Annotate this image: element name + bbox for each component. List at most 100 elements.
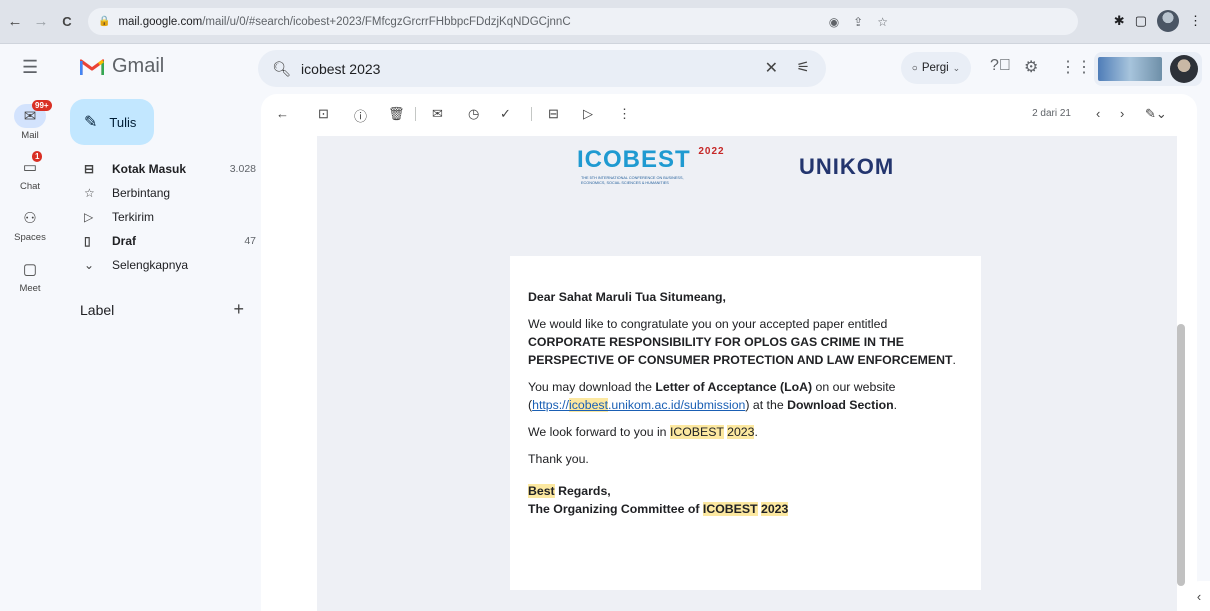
url-host: mail.google.com [118, 15, 203, 28]
settings-icon[interactable]: ⚙ [1024, 57, 1038, 77]
eye-icon[interactable]: ◉ [829, 15, 839, 29]
help-icon[interactable]: ?⃝ [990, 57, 1011, 75]
report-spam-icon[interactable]: ⓘ [354, 106, 367, 125]
sidebar-item-more[interactable]: ⌄ Selengkapnya [60, 253, 256, 277]
gmail-header: ☰ Gmail 🔍︎ icobest 2023 ✕ ⚟ ○ Pergi ⌄ ?⃝… [0, 44, 1210, 94]
address-bar[interactable]: 🔒 mail.google.com/mail/u/0/#search/icobe… [88, 8, 1078, 35]
back-icon[interactable]: ← [4, 11, 26, 33]
gmail-logo[interactable]: Gmail [80, 55, 164, 78]
text: . [754, 425, 758, 439]
text: . [893, 398, 898, 412]
add-label-icon[interactable]: + [233, 299, 244, 320]
search-icon[interactable]: 🔍︎ [272, 60, 291, 78]
browser-toolbar: ← → C 🔒 mail.google.com/mail/u/0/#search… [0, 0, 1210, 44]
pencil-icon: ✎ [84, 114, 98, 131]
add-task-icon[interactable]: ✓ [500, 106, 511, 122]
text: We look forward to you in [528, 425, 670, 439]
back-to-list-icon[interactable]: ← [276, 106, 289, 121]
snooze-icon[interactable]: ◷ [468, 106, 479, 122]
share-icon[interactable]: ⇪ [853, 15, 863, 29]
folder-label: Draf [112, 234, 137, 248]
account-switcher[interactable] [1094, 52, 1202, 86]
rail-item-mail[interactable]: ✉ 99+ Mail [0, 100, 60, 141]
star-icon[interactable]: ☆ [877, 15, 888, 29]
meet-icon: ▢ [22, 261, 38, 278]
compose-button[interactable]: ✎ Tulis [70, 99, 154, 145]
delete-icon[interactable]: 🗑︎ [388, 106, 405, 122]
sidebar-item-drafts[interactable]: ▯ Draf 47 [60, 229, 256, 253]
send-icon: ▷ [84, 210, 94, 224]
folder-list: ⊟ Kotak Masuk 3.028 ☆ Berbintang ▷ Terki… [60, 157, 256, 277]
highlight: ICOBEST [702, 502, 758, 516]
inbox-icon: ⊟ [84, 162, 95, 176]
rail-item-meet[interactable]: ▢ Meet [0, 257, 60, 294]
sidebar-item-inbox[interactable]: ⊟ Kotak Masuk 3.028 [60, 157, 256, 181]
mail-badge: 99+ [32, 100, 52, 111]
icobest-logo-year: 2022 [698, 146, 725, 157]
toolbar-divider [531, 107, 532, 121]
status-label: Pergi [921, 62, 949, 74]
rail-item-chat[interactable]: ▭ 1 Chat [0, 151, 60, 192]
icobest-logo-text: ICOBEST [577, 146, 691, 173]
highlight: ICOBEST [669, 425, 724, 439]
sidebar-item-starred[interactable]: ☆ Berbintang [60, 181, 256, 205]
label-icon[interactable]: ▷ [583, 106, 593, 122]
text: ) at the [745, 398, 788, 412]
next-icon[interactable]: › [1120, 106, 1124, 121]
browser-profile-avatar[interactable] [1157, 10, 1179, 32]
input-tools-icon[interactable]: ✎⌄ [1145, 106, 1167, 122]
labels-heading: Label [80, 302, 115, 318]
chevron-down-icon: ⌄ [952, 62, 961, 73]
text: . [952, 353, 956, 367]
labels-section: Label + [80, 299, 244, 320]
folder-label: Selengkapnya [112, 258, 189, 272]
move-to-icon[interactable]: ⊟ [548, 106, 559, 122]
scrollbar[interactable] [1177, 324, 1185, 586]
paragraph-thanks: Thank you. [528, 452, 589, 466]
loa-text: Letter of Acceptance (LoA) [655, 380, 813, 394]
sidebar-item-sent[interactable]: ▷ Terkirim [60, 205, 256, 229]
download-section-text: Download Section [787, 398, 894, 412]
status-selector[interactable]: ○ Pergi ⌄ [901, 52, 971, 84]
paper-title: CORPORATE RESPONSIBILITY FOR OPLOS GAS C… [528, 335, 953, 367]
avatar[interactable] [1170, 55, 1198, 83]
paragraph-download: You may download the Letter of Acceptanc… [528, 378, 961, 414]
message-panel: ← ⊡ ⓘ 🗑︎ ✉ ◷ ✓ ⊟ ▷ ⋮ 2 dari 21 ‹ › ✎⌄ IC… [261, 94, 1197, 611]
reload-icon[interactable]: C [56, 11, 78, 33]
draft-icon: ▯ [84, 234, 91, 248]
compose-label: Tulis [109, 114, 137, 130]
text: Regards, [554, 484, 611, 498]
link-part: https:// [532, 398, 570, 412]
clear-search-icon[interactable]: ✕ [765, 58, 778, 78]
forward-icon[interactable]: → [30, 11, 52, 33]
extensions-icon[interactable]: ✱ [1114, 13, 1125, 29]
previous-icon[interactable]: ‹ [1096, 106, 1100, 121]
icobest-logo: ICOBEST 2022 [577, 146, 725, 174]
submission-link[interactable]: https://icobest.unikom.ac.id/submission [532, 398, 745, 412]
sidepanel-icon[interactable]: ▢ [1135, 13, 1147, 29]
archive-icon[interactable]: ⊡ [318, 106, 329, 122]
greeting: Dear Sahat Maruli Tua Situmeang, [528, 290, 726, 304]
more-options-icon[interactable]: ⋮ [618, 106, 631, 122]
letter-content: Dear Sahat Maruli Tua Situmeang, We woul… [510, 256, 981, 590]
rail-item-spaces[interactable]: ⚇ Spaces [0, 206, 60, 243]
text: We would like to congratulate you on you… [528, 317, 888, 331]
folder-label: Terkirim [112, 210, 154, 224]
browser-menu-icon[interactable]: ⋮ [1189, 13, 1202, 29]
search-input[interactable]: icobest 2023 [301, 61, 380, 77]
search-bar[interactable]: 🔍︎ icobest 2023 ✕ ⚟ [258, 50, 826, 87]
lock-icon: 🔒 [98, 16, 111, 27]
rail-label-meet: Meet [19, 283, 41, 294]
folder-label: Kotak Masuk [112, 162, 187, 176]
main-menu-icon[interactable]: ☰ [22, 57, 38, 78]
highlight: Best [528, 484, 555, 498]
folder-count: 47 [244, 235, 256, 247]
paragraph-lookforward: We look forward to you in ICOBEST 2023. [528, 423, 961, 441]
side-panel-toggle-icon[interactable]: ‹ [1188, 581, 1210, 611]
message-toolbar: ← ⊡ ⓘ 🗑︎ ✉ ◷ ✓ ⊟ ▷ ⋮ 2 dari 21 ‹ › ✎⌄ [261, 94, 1197, 134]
search-options-icon[interactable]: ⚟ [797, 58, 810, 76]
email-body: ICOBEST 2022 THE 5TH INTERNATIONAL CONFE… [317, 136, 1177, 611]
rail-label-spaces: Spaces [14, 232, 46, 243]
spaces-icon: ⚇ [23, 210, 37, 227]
mark-unread-icon[interactable]: ✉ [432, 106, 443, 122]
